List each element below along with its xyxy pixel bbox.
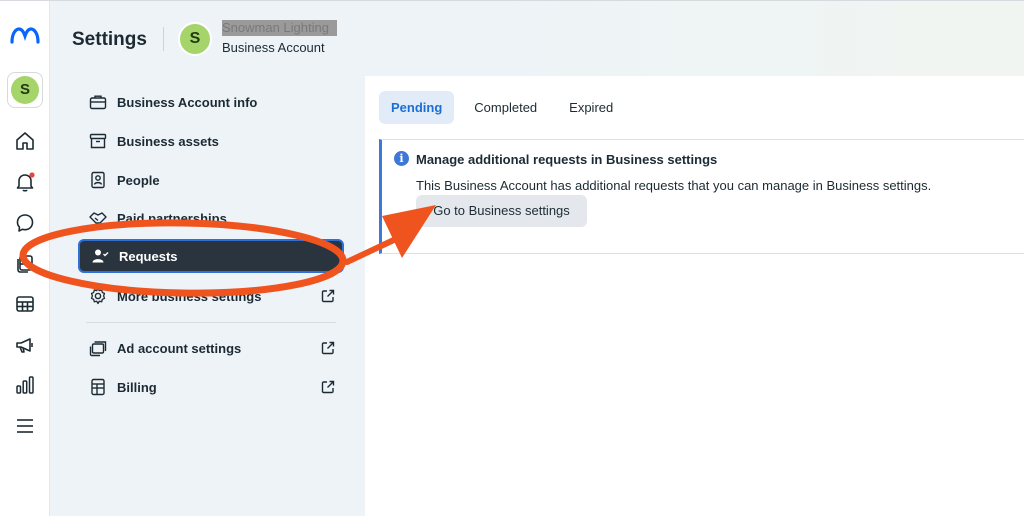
sidebar-item-label: More business settings — [117, 288, 262, 304]
person-check-icon — [89, 245, 111, 267]
tab-pending[interactable]: Pending — [379, 91, 455, 124]
bar-chart-icon[interactable] — [13, 373, 37, 397]
chat-icon[interactable] — [13, 211, 37, 235]
request-tabs: Pending Completed Expired — [379, 91, 625, 124]
menu-icon[interactable] — [13, 414, 37, 438]
sidebar-item-label: People — [117, 172, 160, 188]
home-icon[interactable] — [13, 129, 37, 153]
sidebar-item-label: Business Account info — [117, 94, 258, 110]
external-link-icon — [321, 380, 335, 394]
sidebar-item-business-assets[interactable]: Business assets — [78, 124, 344, 158]
megaphone-icon[interactable] — [13, 333, 37, 357]
tab-expired[interactable]: Expired — [557, 91, 625, 124]
sidebar-item-people[interactable]: People — [78, 163, 344, 197]
sidebar-item-more-business-settings[interactable]: More business settings — [78, 279, 344, 313]
sidebar-item-label: Business assets — [117, 133, 219, 149]
account-type: Business Account — [222, 40, 325, 55]
notice-title: Manage additional requests in Business s… — [416, 152, 718, 167]
avatar: S — [11, 76, 39, 104]
page-title: Settings — [72, 29, 147, 50]
sidebar-item-label: Paid partnerships — [117, 210, 227, 226]
pages-icon[interactable] — [13, 251, 37, 275]
person-badge-icon — [87, 169, 109, 191]
briefcase-icon — [87, 91, 109, 113]
sidebar-divider — [86, 322, 336, 323]
sidebar-item-paid-partnerships[interactable]: Paid partnerships — [78, 201, 344, 235]
sidebar-item-business-account-info[interactable]: Business Account info — [78, 85, 344, 119]
info-icon: i — [394, 151, 409, 166]
notice-body: This Business Account has additional req… — [416, 178, 932, 193]
account-switcher[interactable]: S — [7, 72, 43, 108]
sidebar-item-label: Requests — [119, 248, 178, 264]
divider — [163, 27, 164, 51]
sidebar-item-requests[interactable]: Requests — [78, 239, 344, 273]
tab-completed[interactable]: Completed — [462, 91, 549, 124]
external-link-icon — [321, 289, 335, 303]
sidebar-item-label: Billing — [117, 379, 157, 395]
handshake-icon — [87, 207, 109, 229]
left-rail: S — [0, 1, 50, 516]
sidebar-item-ad-account-settings[interactable]: Ad account settings — [78, 331, 344, 365]
account-name: Snowman Lighting — [222, 20, 337, 36]
notification-dot — [29, 172, 35, 178]
ad-account-icon — [87, 337, 109, 359]
gear-icon — [87, 285, 109, 307]
billing-icon — [87, 376, 109, 398]
account-avatar[interactable]: S — [178, 22, 212, 56]
meta-logo-icon[interactable] — [8, 25, 42, 47]
archive-icon — [87, 130, 109, 152]
external-link-icon — [321, 341, 335, 355]
sidebar-item-billing[interactable]: Billing — [78, 370, 344, 404]
table-icon[interactable] — [13, 292, 37, 316]
sidebar-item-label: Ad account settings — [117, 340, 242, 356]
bell-icon[interactable] — [13, 170, 37, 194]
go-to-business-settings-button[interactable]: Go to Business settings — [416, 195, 587, 227]
